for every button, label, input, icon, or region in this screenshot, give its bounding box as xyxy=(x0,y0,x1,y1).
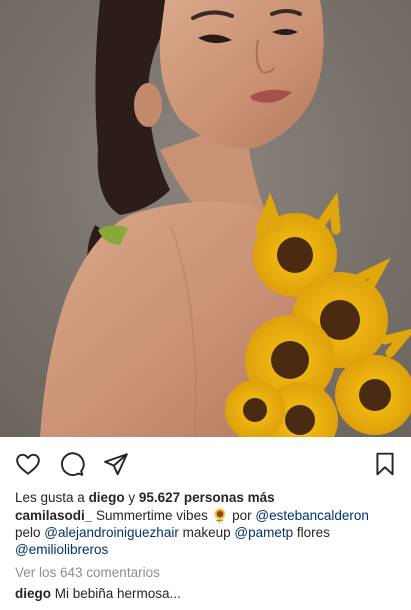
mention-link[interactable]: @alejandroiniguezhair xyxy=(44,525,179,540)
comment-button[interactable] xyxy=(57,449,87,479)
caption-username[interactable]: camilasodi_ xyxy=(15,508,92,523)
post-meta: Les gusta a diego y 95.627 personas más … xyxy=(15,489,403,602)
post-actions-bar xyxy=(0,437,411,489)
comment-text: Mi bebiña hermosa... xyxy=(51,586,181,601)
caption-text: pelo xyxy=(15,525,45,540)
view-comments-link[interactable]: Ver los 643 comentarios xyxy=(15,564,403,581)
share-button[interactable] xyxy=(101,449,131,479)
comment-bubble-icon xyxy=(61,452,85,476)
like-button[interactable] xyxy=(13,449,43,479)
post-photo[interactable] xyxy=(0,0,411,437)
bookmark-icon xyxy=(376,452,394,476)
likes-line: Les gusta a diego y 95.627 personas más xyxy=(15,489,403,506)
caption-text: por xyxy=(228,508,256,523)
comment-username[interactable]: diego xyxy=(15,586,51,601)
caption: camilasodi_ Summertime vibes 🌻 por @este… xyxy=(15,507,403,558)
mention-link[interactable]: @estebancalderon xyxy=(255,508,369,523)
mention-link[interactable]: @emiliolibreros xyxy=(15,542,108,557)
liked-by-user[interactable]: diego xyxy=(89,490,125,505)
save-button[interactable] xyxy=(370,449,400,479)
paper-plane-icon xyxy=(104,453,128,476)
caption-text: makeup xyxy=(178,525,235,540)
heart-icon xyxy=(16,453,40,475)
likes-middle: y xyxy=(124,490,139,505)
sunflower-emoji: 🌻 xyxy=(211,508,229,523)
mention-link[interactable]: @pametp xyxy=(234,525,293,540)
caption-text: flores xyxy=(293,525,330,540)
caption-text: Summertime vibes xyxy=(92,508,212,523)
likes-prefix: Les gusta a xyxy=(15,490,89,505)
comment-row: diego Mi bebiña hermosa... xyxy=(15,585,403,602)
likes-count[interactable]: 95.627 personas más xyxy=(139,490,275,505)
photo-illustration xyxy=(0,0,411,437)
